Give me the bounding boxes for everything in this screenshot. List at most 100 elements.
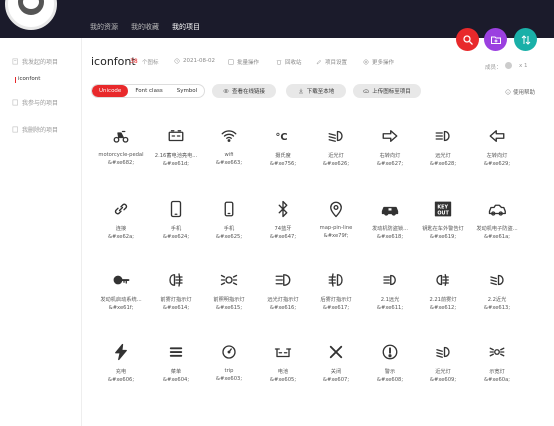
download-icon [298, 88, 303, 94]
cloud-upload-icon [363, 89, 370, 93]
celsius-icon: °C [276, 132, 288, 143]
nav-my-projects[interactable]: 我的项目 [172, 0, 200, 38]
icon-name: 左转向灯 [486, 153, 508, 159]
icon-card[interactable]: 左转向灯 &#xe629; [467, 126, 527, 167]
more-operations[interactable]: 更多操作 [363, 58, 394, 66]
icon-unicode: &#xe613; [483, 305, 511, 311]
icon-card[interactable]: 发动机启动系统... &#xe61f; [91, 270, 151, 311]
icon-card[interactable]: 2.2近光 &#xe613; [467, 270, 527, 311]
sidebar-item-my-projects[interactable]: 我发起的项目 [12, 57, 58, 66]
motorcycle-icon [91, 126, 151, 146]
icon-unicode: &#xe611; [376, 305, 404, 311]
icon-name: 2.2近光 [487, 297, 507, 303]
warning-icon [360, 342, 420, 362]
icon-card[interactable]: map-pin-line &#xe79f; [306, 199, 366, 239]
sidebar-item-deleted-projects[interactable]: 我删除的项目 [12, 125, 58, 134]
right-arrow-icon [360, 126, 420, 146]
icon-card[interactable]: 74蓝牙 &#xe647; [253, 199, 313, 240]
icon-card[interactable]: wifi &#xe663; [199, 126, 259, 166]
icon-card[interactable]: 发动机电子防盗... &#xe61a; [467, 199, 527, 240]
width-light-icon [489, 347, 505, 357]
tab-unicode[interactable]: Unicode [92, 85, 129, 97]
icon-card[interactable]: 菜单 &#xe604; [146, 342, 206, 383]
icon-unicode: &#xe682; [107, 160, 135, 166]
sidebar-item-label: 我参与的项目 [22, 100, 59, 107]
battery-icon [168, 130, 184, 142]
member-avatar[interactable] [505, 62, 512, 69]
icon-card[interactable]: 远光灯 &#xe628; [413, 126, 473, 167]
bluetooth-icon [278, 200, 288, 218]
icon-card[interactable]: 示宽灯 &#xe60a; [467, 342, 527, 383]
icon-unicode: &#xe603; [215, 376, 243, 382]
icon-name: 菜单 [170, 369, 182, 375]
high-beam-icon [435, 130, 450, 142]
sort-button[interactable] [514, 28, 537, 51]
icon-card[interactable]: KEY OUT 钥匙在车外警告灯 &#xe619; [413, 199, 473, 240]
high-beam-indicator-icon [275, 274, 291, 286]
icon-card[interactable]: 右转向灯 &#xe627; [360, 126, 420, 167]
view-online-link-button[interactable]: 查看在线链接 [212, 84, 276, 98]
parking-light-icon [220, 274, 238, 286]
nav-my-resources[interactable]: 我的资源 [90, 0, 118, 38]
sidebar-item-joined-projects[interactable]: 我参与的项目 [12, 98, 58, 107]
icon-card[interactable]: 近光灯 &#xe626; [306, 126, 366, 167]
icon-card[interactable]: 后雾灯指示灯 &#xe617; [306, 270, 366, 311]
download-button[interactable]: 下载至本地 [286, 84, 346, 98]
upload-label: 上传图标至项目 [372, 89, 411, 95]
icon-card[interactable]: 2.1远光 &#xe611; [360, 270, 420, 311]
icon-card[interactable]: 前雾灯指示灯 &#xe614; [146, 270, 206, 311]
icon-unicode: &#xe618; [376, 234, 404, 240]
nav-my-favorites[interactable]: 我的收藏 [131, 0, 159, 38]
icon-unicode: &#xe61a; [483, 234, 511, 240]
icon-card[interactable]: 发动机防盗锁... &#xe618; [360, 199, 420, 240]
icon-card[interactable]: 关闭 &#xe607; [306, 342, 366, 383]
sidebar-item-iconfont[interactable]: iconfont [14, 76, 40, 83]
search-button[interactable] [456, 28, 479, 51]
icon-card[interactable]: 2.16蓄电池亮电... &#xe61d; [146, 126, 206, 167]
batch-label: 批量操作 [237, 60, 260, 66]
left-arrow-icon [467, 126, 527, 146]
icon-card[interactable]: 手机 &#xe624; [146, 199, 206, 240]
trash-icon [12, 126, 18, 133]
icon-card[interactable]: 近光灯 &#xe609; [413, 342, 473, 383]
front-fog-icon [146, 270, 206, 290]
icon-name: 近光灯 [435, 369, 451, 375]
warning-icon [382, 344, 398, 360]
motorcycle-icon [113, 130, 129, 143]
icon-name: 钥匙在车外警告灯 [422, 226, 464, 232]
battery-level-icon [274, 348, 292, 358]
sidebar: 我发起的项目 iconfont 我参与的项目 我删除的项目 [0, 38, 82, 426]
icon-name: 前照明指示灯 [213, 297, 245, 303]
icon-unicode: &#xe628; [429, 161, 457, 167]
help-icon [505, 89, 511, 95]
icon-card[interactable]: 远光灯指示灯 &#xe616; [253, 270, 313, 311]
upload-button[interactable]: 上传图标至项目 [353, 84, 421, 98]
icon-card[interactable]: 前照明指示灯 &#xe615; [199, 270, 259, 311]
recycle-bin[interactable]: 回收站 [276, 58, 302, 66]
up-down-arrows-icon [521, 34, 530, 45]
icon-card[interactable]: 电池 &#xe605; [253, 342, 313, 383]
project-settings[interactable]: 项目设置 [316, 58, 347, 66]
battery-icon [146, 126, 206, 146]
new-folder-button[interactable] [484, 28, 507, 51]
trip-icon [222, 345, 236, 359]
help-link[interactable]: 使用帮助 [505, 88, 535, 96]
icon-card[interactable]: 连接 &#xe62a; [91, 199, 151, 240]
members-count[interactable]: x 1 [519, 63, 528, 69]
icon-card[interactable]: trip &#xe603; [199, 342, 259, 382]
tab-font-class[interactable]: Font class [128, 85, 169, 97]
batch-operation[interactable]: 批量操作 [228, 58, 259, 66]
icon-card[interactable]: °C 摄氏度 &#xe756; [253, 126, 313, 167]
icon-unicode: &#xe647; [269, 234, 297, 240]
icon-card[interactable]: 充电 &#xe606; [91, 342, 151, 383]
icon-card[interactable]: 警示 &#xe608; [360, 342, 420, 383]
icon-card[interactable]: motorcycle-pedal &#xe682; [91, 126, 151, 166]
high-beam-icon [413, 126, 473, 146]
icon-name: 远光灯 [435, 153, 451, 159]
tab-symbol[interactable]: Symbol [170, 85, 204, 97]
rear-fog-icon [306, 270, 366, 290]
icon-card[interactable]: 手机 &#xe625; [199, 199, 259, 240]
rear-fog-icon [328, 273, 343, 287]
high-beam-indicator-icon [253, 270, 313, 290]
icon-card[interactable]: 2.21前雾灯 &#xe612; [413, 270, 473, 311]
